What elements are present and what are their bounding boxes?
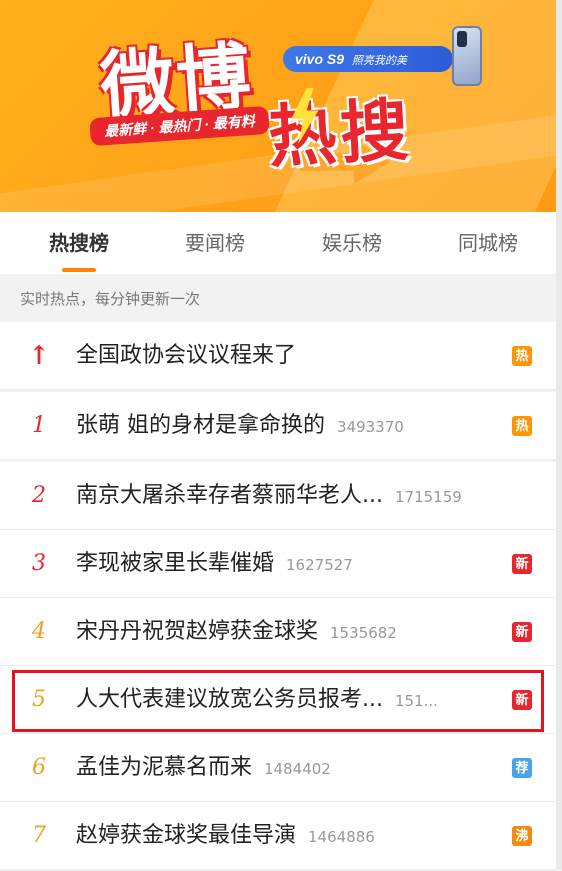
heat-count: 1715159: [394, 488, 462, 506]
pinned-top-icon: ↑: [28, 341, 50, 371]
list-item[interactable]: 7 赵婷获金球奖最佳导演 1464886 沸: [0, 802, 556, 870]
list-item[interactable]: 2 南京大屠杀幸存者蔡丽华老人... 1715159: [0, 462, 556, 530]
heat-count: 3493370: [337, 418, 404, 436]
active-tab-indicator: [62, 268, 96, 272]
rank-number: 7: [32, 823, 46, 848]
recommend-badge-icon: 荐: [512, 758, 532, 778]
tab-entertainment[interactable]: 娱乐榜: [287, 212, 417, 274]
new-badge-icon: 新: [512, 622, 532, 642]
rank-number: 6: [32, 755, 46, 780]
highlight-annotation-box: [12, 670, 544, 732]
update-notice-text: 实时热点，每分钟更新一次: [20, 290, 201, 308]
list-item-title: 宋丹丹祝贺赵婷获金球奖 1535682: [76, 598, 397, 667]
list-item-title: 全国政协会议议程来了: [76, 322, 296, 390]
boil-badge-icon: 沸: [512, 826, 532, 846]
rank-number: 2: [32, 483, 46, 508]
list-item[interactable]: 6 孟佳为泥慕名而来 1484402 荐: [0, 734, 556, 802]
title-text: 宋丹丹祝贺赵婷获金球奖: [76, 619, 319, 644]
banner-title-hot-search: 热搜: [266, 90, 415, 178]
list-item[interactable]: 1 张萌 姐的身材是拿命换的 3493370 热: [0, 392, 556, 460]
ad-brand: vivo S9: [295, 51, 345, 67]
heat-count: 1627527: [286, 556, 353, 574]
tab-local[interactable]: 同城榜: [423, 212, 553, 274]
list-item-title: 赵婷获金球奖最佳导演 1464886: [76, 802, 375, 871]
tab-hot-search[interactable]: 热搜榜: [14, 212, 144, 274]
rank-number: 1: [32, 413, 46, 438]
heat-count: 1484402: [264, 760, 331, 778]
title-text: 全国政协会议议程来了: [76, 343, 297, 368]
list-item-title: 张萌 姐的身材是拿命换的 3493370: [76, 392, 404, 461]
list-item[interactable]: ↑ 全国政协会议议程来了 热: [0, 322, 556, 390]
new-badge-icon: 新: [512, 554, 532, 574]
title-text: 张萌 姐的身材是拿命换的: [76, 413, 325, 438]
update-notice: 实时热点，每分钟更新一次: [0, 274, 556, 322]
sponsor-ad-pill[interactable]: vivo S9 照亮我的美: [283, 46, 453, 72]
title-text: 孟佳为泥慕名而来: [76, 755, 253, 780]
list-item[interactable]: 3 李现被家里长辈催婚 1627527 新: [0, 530, 556, 598]
list-item-title: 李现被家里长辈催婚 1627527: [76, 530, 353, 599]
title-text: 李现被家里长辈催婚: [76, 551, 275, 576]
rank-number: 3: [32, 551, 46, 576]
ranking-tabs: 热搜榜 要闻榜 娱乐榜 同城榜: [0, 212, 556, 274]
hot-search-page: 微博 热搜 最新鲜 · 最热门 · 最有料 vivo S9 照亮我的美 热搜榜 …: [0, 0, 562, 870]
ad-slogan: 照亮我的美: [351, 55, 407, 67]
tab-news[interactable]: 要闻榜: [150, 212, 280, 274]
edge-divider: [556, 0, 562, 870]
list-item[interactable]: 4 宋丹丹祝贺赵婷获金球奖 1535682 新: [0, 598, 556, 666]
rank-number: 4: [32, 619, 46, 644]
title-text: 赵婷获金球奖最佳导演: [76, 823, 297, 848]
heat-count: 1464886: [308, 828, 375, 846]
phone-ad-image[interactable]: [452, 26, 482, 86]
camera-icon: [457, 31, 467, 47]
hot-badge-icon: 热: [512, 416, 532, 436]
title-text: 南京大屠杀幸存者蔡丽华老人...: [76, 483, 383, 508]
hot-badge-icon: 热: [512, 346, 532, 366]
list-item-title: 孟佳为泥慕名而来 1484402: [76, 734, 331, 803]
list-item-title: 南京大屠杀幸存者蔡丽华老人... 1715159: [76, 462, 462, 531]
heat-count: 1535682: [330, 624, 397, 642]
hot-search-banner: 微博 热搜 最新鲜 · 最热门 · 最有料 vivo S9 照亮我的美: [0, 0, 556, 212]
